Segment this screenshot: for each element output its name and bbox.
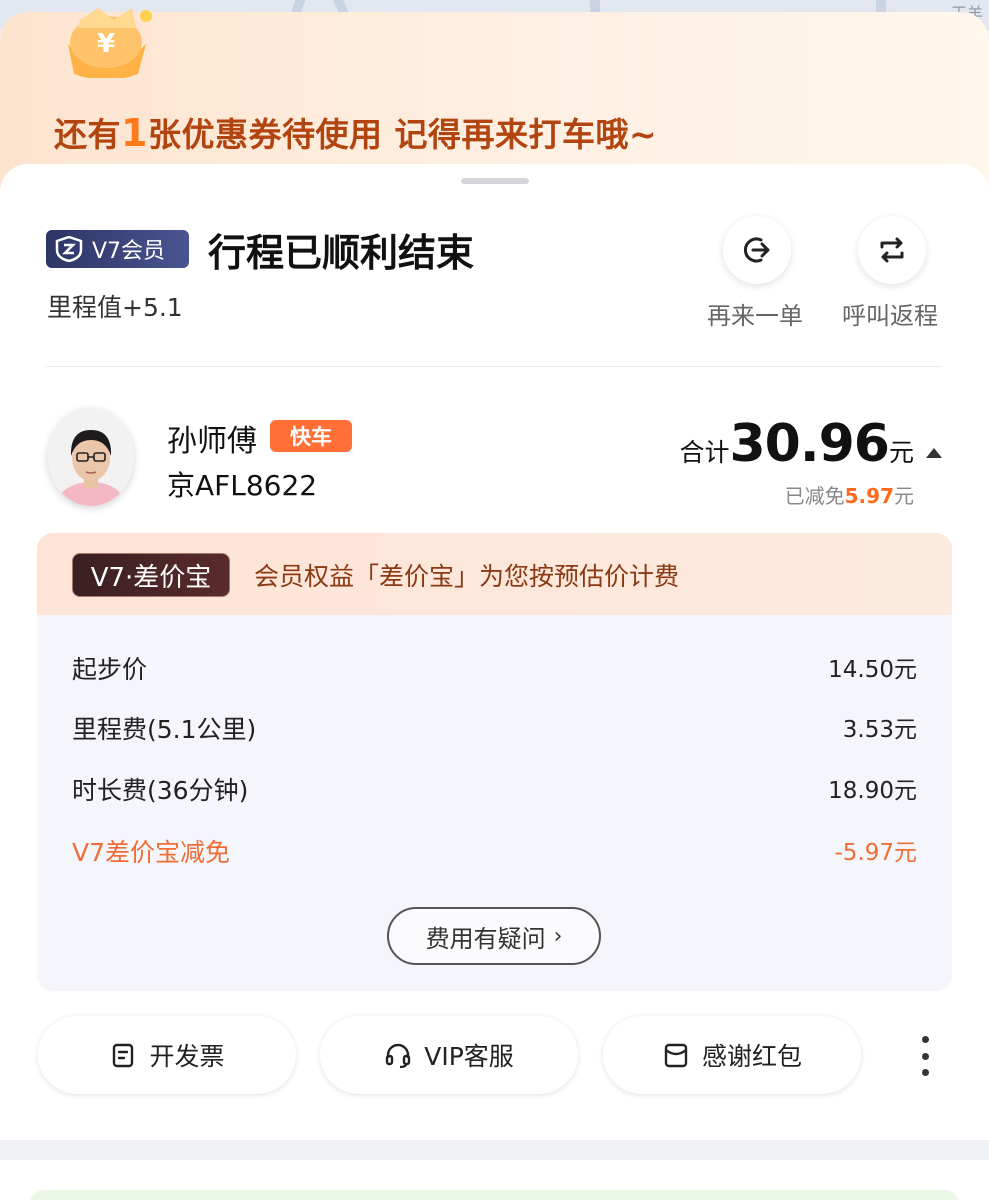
fee-value: 18.90元 (828, 778, 917, 804)
coupon-money-bag-icon: ¥ (68, 8, 152, 78)
fee-label: 时长费(36分钟) (72, 776, 249, 805)
more-options-button[interactable] (915, 1036, 935, 1076)
total-prefix: 合计 (679, 438, 730, 467)
driver-name: 孙师傅 (167, 424, 257, 459)
more-dot-icon (921, 1036, 929, 1043)
car-type-badge: 快车 (270, 420, 352, 452)
more-dot-icon (921, 1052, 929, 1060)
next-card-green-strip (30, 1190, 959, 1200)
fee-row-distance: 里程费(5.1公里) 3.53元 (72, 710, 917, 746)
saved-value: 5.97 (844, 484, 894, 508)
trip-summary-card: V7会员 行程已顺利结束 里程值+5.1 再来一单 呼叫返程 孙师傅 快车 京A… (0, 164, 989, 1140)
fee-question-button[interactable]: 费用有疑问 › (387, 907, 601, 965)
price-protection-text: 会员权益「差价宝」为您按预估价计费 (254, 562, 680, 591)
fee-value: 3.53元 (842, 717, 917, 743)
headset-icon (386, 1043, 411, 1069)
fee-row-base: 起步价 14.50元 (72, 650, 917, 686)
fee-label: 起步价 (72, 655, 148, 684)
fee-row-discount: V7差价宝减免 -5.97元 (72, 833, 917, 869)
total-amount: 30.96 (729, 414, 890, 474)
saved-amount: 已减免5.97元 (784, 484, 914, 508)
vip-service-button[interactable]: VIP客服 (320, 1016, 578, 1094)
red-packet-label: 感谢红包 (701, 1042, 802, 1071)
price-protection-banner: V7·差价宝 会员权益「差价宝」为您按预估价计费 (37, 533, 952, 615)
fee-label: V7差价宝减免 (72, 838, 231, 867)
price-protection-tag: V7·差价宝 (72, 553, 230, 597)
svg-text:¥: ¥ (97, 29, 115, 59)
return-trip-icon (880, 237, 904, 263)
license-plate: 京AFL8622 (167, 469, 318, 502)
vip-label: V7会员 (92, 239, 166, 264)
promo-text: 还有1张优惠券待使用 记得再来打车哦~ (54, 111, 658, 155)
page-title: 行程已顺利结束 (208, 231, 475, 275)
invoice-label: 开发票 (149, 1042, 225, 1071)
invoice-icon (113, 1043, 134, 1068)
reorder-label[interactable]: 再来一单 (707, 296, 803, 331)
fee-detail-panel: V7·差价宝 会员权益「差价宝」为您按预估价计费 起步价 14.50元 里程费(… (37, 533, 952, 991)
chevron-right-icon: › (553, 923, 563, 949)
invoice-button[interactable]: 开发票 (38, 1016, 296, 1094)
driver-photo (48, 408, 134, 506)
fee-row-duration: 时长费(36分钟) 18.90元 (72, 771, 917, 807)
return-trip-button[interactable] (858, 216, 926, 284)
driver-avatar[interactable] (48, 408, 134, 506)
total-unit: 元 (888, 438, 914, 467)
mileage-points: 里程值+5.1 (47, 293, 183, 322)
vip-service-label: VIP客服 (424, 1042, 514, 1071)
reorder-icon (743, 237, 770, 263)
total-fare[interactable]: 合计 30.96 元 (679, 414, 914, 474)
vip-badge[interactable]: V7会员 (46, 230, 189, 268)
fee-question-label: 费用有疑问 (425, 924, 546, 953)
fee-value: -5.97元 (834, 840, 917, 866)
fee-value: 14.50元 (828, 657, 917, 683)
collapse-caret-icon[interactable] (926, 448, 942, 458)
divider (46, 366, 942, 367)
return-trip-label[interactable]: 呼叫返程 (842, 296, 938, 331)
drag-handle[interactable] (461, 178, 529, 184)
red-packet-icon (664, 1043, 688, 1068)
more-dot-icon (921, 1069, 929, 1076)
reorder-button[interactable] (723, 216, 791, 284)
coupon-count: 1 (121, 111, 148, 155)
fee-label: 里程费(5.1公里) (72, 715, 257, 744)
thank-red-packet-button[interactable]: 感谢红包 (603, 1016, 861, 1094)
next-card-preview (0, 1160, 989, 1200)
vip-shield-icon (55, 236, 83, 262)
